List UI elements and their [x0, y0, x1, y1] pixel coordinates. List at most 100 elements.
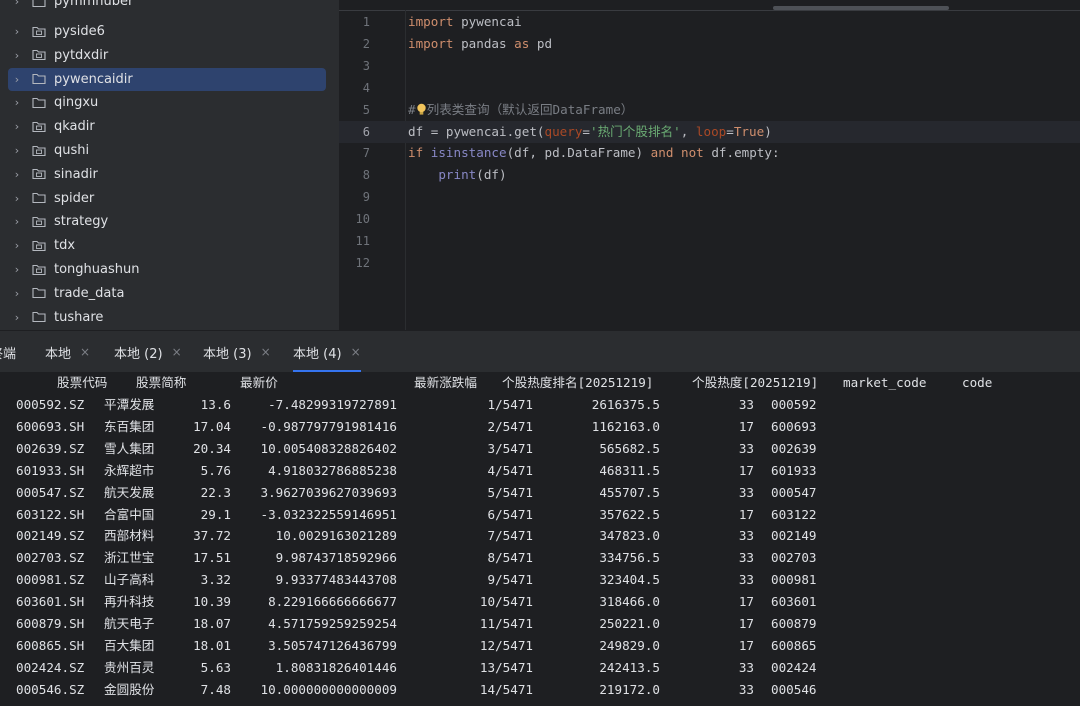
tree-item-pytdxdir[interactable]: › pytdxdir — [8, 44, 326, 67]
code-token: loop — [695, 123, 727, 139]
tree-item-spider[interactable]: › spider — [8, 187, 326, 210]
terminal-tab-1[interactable]: 本地 × — [45, 331, 90, 373]
chevron-right-icon[interactable]: › — [8, 73, 26, 86]
table-cell: -7.48299319727891 — [268, 397, 397, 412]
tree-item-partial[interactable]: › pymmhuber — [8, 0, 326, 13]
close-icon[interactable]: × — [351, 345, 361, 359]
table-row: 002639.SZ 雪人集团 20.34 10.005408328826402 3/54… — [0, 438, 1080, 460]
code-token: isinstance — [430, 145, 507, 161]
tree-item-label: pymmhuber — [54, 0, 134, 9]
table-row: 002149.SZ 西部材料 37.72 10.0029163021289 7/5471… — [0, 525, 1080, 547]
chevron-right-icon[interactable]: › — [8, 239, 26, 252]
table-cell: 3.505747126436799 — [268, 637, 397, 653]
code-token: pd — [529, 35, 553, 51]
chevron-right-icon[interactable]: › — [8, 287, 26, 300]
table-cell: 002424.SZ — [16, 659, 85, 675]
module-folder-icon — [32, 168, 48, 180]
chevron-right-icon[interactable]: › — [8, 96, 26, 109]
terminal-tab-3[interactable]: 本地 (3) × — [203, 331, 271, 373]
table-cell: 17 — [738, 637, 754, 653]
code-token: as — [514, 35, 530, 51]
tree-item-qushi[interactable]: › qushi — [8, 139, 326, 162]
code-line[interactable]: 5 # 列表类查询（默认返回DataFrame） — [339, 99, 1080, 121]
code-token: df.empty: — [703, 145, 780, 161]
table-cell: 1162163.0 — [591, 418, 660, 434]
table-row: 000981.SZ 山子高科 3.32 9.93377483443708 9/5471 3… — [0, 569, 1080, 591]
code-line[interactable]: 6 df = pywencai.get(query='热门个股排名', loop=… — [339, 120, 1080, 143]
tree-item-label: tushare — [54, 309, 104, 325]
chevron-right-icon[interactable]: › — [8, 215, 26, 228]
close-icon[interactable]: × — [261, 345, 271, 359]
table-cell: 000546 — [771, 681, 817, 697]
code-line[interactable]: 9 — [339, 186, 1080, 208]
table-cell: 1/5471 — [487, 397, 534, 412]
close-icon[interactable]: × — [172, 345, 182, 359]
code-line[interactable]: 3 — [339, 55, 1080, 77]
table-cell: 600693 — [771, 418, 817, 434]
table-row: 600865.SH 百大集团 18.01 3.505747126436799 12/54… — [0, 635, 1080, 657]
code-line[interactable]: 10 — [339, 208, 1080, 230]
lightbulb-icon[interactable] — [416, 101, 427, 115]
tree-item-pywencaidir[interactable]: › pywencaidir — [8, 67, 326, 91]
tree-item-tonghuashun[interactable]: › tonghuashun — [8, 258, 326, 281]
code-token: (df, pd.DataFrame) — [506, 145, 651, 161]
chevron-right-icon[interactable]: › — [8, 144, 26, 157]
code-token: '热门个股排名' — [590, 123, 681, 139]
tree-item-qkadir[interactable]: › qkadir — [8, 115, 326, 138]
table-cell: 000981 — [771, 572, 817, 588]
table-cell: 002703 — [771, 550, 817, 566]
chevron-right-icon[interactable]: › — [8, 311, 26, 324]
chevron-right-icon[interactable]: › — [8, 263, 26, 276]
tree-item-label: qingxu — [54, 95, 99, 111]
table-cell: 3/5471 — [487, 440, 534, 456]
table-cell: 航天电子 — [104, 616, 155, 631]
horizontal-scrollbar[interactable] — [773, 6, 949, 10]
code-line[interactable]: 7 if isinstance(df, pd.DataFrame) and not… — [339, 142, 1080, 164]
code-token: import — [408, 35, 454, 51]
table-cell: 8.229166666666677 — [268, 594, 397, 610]
chevron-right-icon[interactable]: › — [8, 0, 26, 8]
tree-item-sinadir[interactable]: › sinadir — [8, 163, 326, 186]
table-cell: 4.918032786885238 — [268, 462, 397, 478]
tree-item-tushare[interactable]: › tushare — [8, 306, 326, 329]
table-cell: 3.32 — [200, 572, 231, 588]
line-number: 11 — [355, 234, 370, 248]
tree-item-label: tonghuashun — [54, 262, 140, 277]
terminal-tab-2[interactable]: 本地 (2) × — [114, 331, 182, 373]
table-cell: 250221.0 — [599, 616, 660, 631]
tree-item-qingxu[interactable]: › qingxu — [8, 91, 326, 114]
folder-icon — [32, 311, 48, 323]
tree-item-tdx[interactable]: › tdx — [8, 234, 326, 257]
terminal-tab-4[interactable]: 本地 (4) × — [293, 331, 361, 373]
code-line[interactable]: 11 — [339, 230, 1080, 252]
tree-item-trade-data[interactable]: › trade_data — [8, 282, 326, 305]
table-cell: -3.032322559146951 — [260, 506, 397, 522]
line-number: 6 — [362, 124, 370, 139]
chevron-right-icon[interactable]: › — [8, 168, 26, 181]
close-icon[interactable]: × — [80, 345, 90, 359]
chevron-right-icon[interactable]: › — [8, 120, 26, 133]
table-cell: 17 — [738, 594, 754, 610]
chevron-right-icon[interactable]: › — [8, 192, 26, 205]
code-line[interactable]: 2 import pandas as pd — [339, 33, 1080, 55]
chevron-right-icon[interactable]: › — [8, 49, 26, 62]
code-line[interactable]: 4 — [339, 77, 1080, 99]
code-text: if isinstance(df, pd.DataFrame) and not … — [408, 142, 780, 164]
code-line[interactable]: 8 print(df) — [339, 164, 1080, 186]
tab-label: 本地 (4) — [293, 346, 342, 362]
tree-item-strategy[interactable]: › strategy — [8, 210, 326, 233]
code-token: and not — [650, 145, 704, 161]
tree-item-label: pyside6 — [54, 24, 105, 39]
code-line[interactable]: 1 import pywencai — [339, 11, 1080, 33]
code-token: import — [408, 14, 454, 29]
column-header: 股票代码 — [57, 375, 108, 390]
table-cell: 山子高科 — [104, 572, 155, 588]
tree-item-pyside6[interactable]: › pyside6 — [8, 20, 326, 43]
table-cell: 33 — [738, 528, 754, 544]
code-line[interactable]: 12 — [339, 252, 1080, 274]
table-cell: 7/5471 — [487, 528, 534, 544]
code-editor[interactable]: 1 import pywencai 2 import pandas as pd 3 4 5 #… — [339, 0, 1080, 330]
chevron-right-icon[interactable]: › — [8, 25, 26, 38]
table-cell: 000547 — [771, 484, 817, 500]
terminal-output[interactable]: 股票代码 股票简称 最新价 最新涨跌幅 个股热度排名[20251219] 个股热度[202… — [0, 372, 1080, 706]
